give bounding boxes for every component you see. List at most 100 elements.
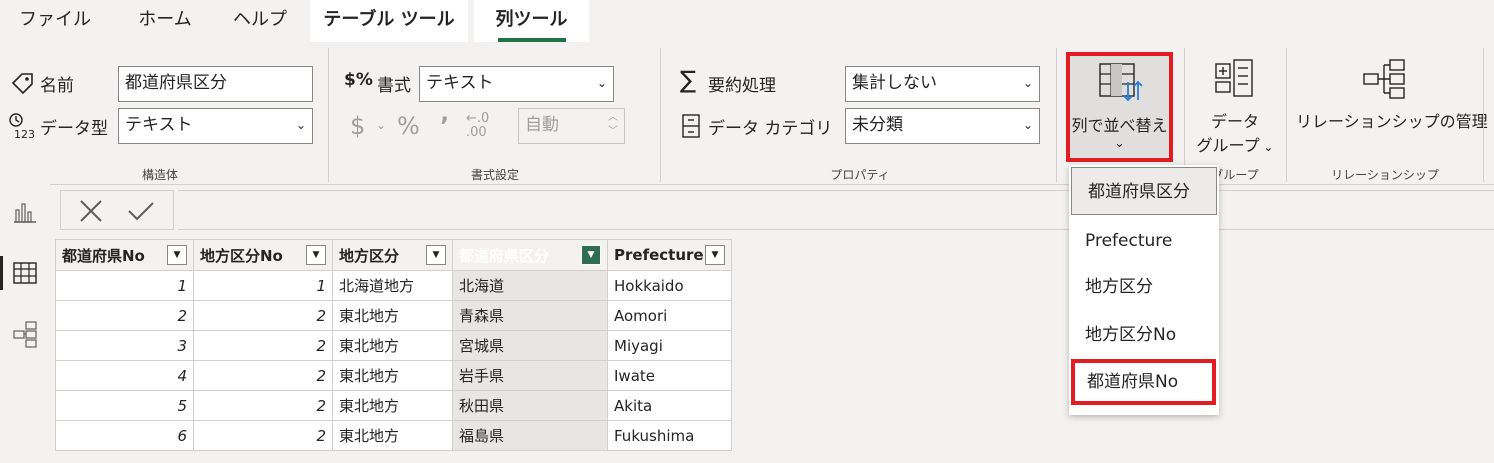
table-cell[interactable]: Hokkaido <box>607 270 732 301</box>
currency-icon[interactable]: $ <box>350 112 365 140</box>
table-row: 1 1 北海道地方 北海道 Hokkaido <box>55 270 732 301</box>
decimal-icon[interactable]: ←.0.00 <box>466 112 489 140</box>
ribbon-bottom-border <box>0 184 1494 185</box>
table-cell[interactable]: Aomori <box>607 300 732 331</box>
column-header[interactable]: 都道府県No ▼ <box>55 239 194 271</box>
format-icon: $% <box>344 70 373 90</box>
table-cell[interactable]: 岩手県 <box>452 360 608 391</box>
view-rail <box>0 184 50 463</box>
column-header[interactable]: 地方区分 ▼ <box>332 239 453 271</box>
table-cell[interactable]: 2 <box>193 360 333 391</box>
table-cell[interactable]: 1 <box>193 270 333 301</box>
sort-by-column-label: 列で並べ替え <box>1071 116 1168 135</box>
category-value: 未分類 <box>852 115 903 135</box>
column-header-selected[interactable]: 都道府県区分 ▼ <box>452 239 608 271</box>
tab-home[interactable]: ホーム <box>125 0 205 42</box>
table-cell[interactable]: Fukushima <box>607 420 732 451</box>
format-select[interactable]: テキスト ⌄ <box>419 66 614 102</box>
relationships-icon <box>1362 58 1408 100</box>
chevron-down-icon: ⌄ <box>376 118 387 132</box>
comma-icon[interactable]: ’ <box>440 112 449 140</box>
data-table: 都道府県No ▼ 地方区分No ▼ 地方区分 ▼ 都道府県区分 ▼ Prefecture… <box>55 239 732 451</box>
data-view-icon[interactable] <box>12 260 38 286</box>
group-divider <box>1483 48 1484 182</box>
group-divider <box>1056 48 1057 182</box>
tab-help[interactable]: ヘルプ <box>225 0 295 42</box>
svg-text:123: 123 <box>14 128 35 140</box>
table-cell[interactable]: 2 <box>55 300 194 331</box>
group-divider <box>1286 48 1287 182</box>
tab-column-tools[interactable]: 列ツール <box>474 0 589 42</box>
chevron-down-icon: ⌄ <box>1259 140 1274 154</box>
dropdown-item-selected[interactable]: 都道府県区分 <box>1071 167 1217 215</box>
chevron-down-icon[interactable]: ▼ <box>705 245 725 265</box>
manage-relationships-button[interactable]: リレーションシップの管理 <box>1296 52 1488 162</box>
table-cell[interactable]: 北海道 <box>452 270 608 301</box>
table-cell[interactable]: Iwate <box>607 360 732 391</box>
table-cell[interactable]: Akita <box>607 390 732 421</box>
chevron-down-icon[interactable]: ▼ <box>167 245 187 265</box>
datatype-icon: 123 <box>8 112 36 141</box>
table-cell[interactable]: 3 <box>55 330 194 361</box>
datatype-select[interactable]: テキスト ⌄ <box>118 108 313 144</box>
dropdown-item[interactable]: 地方区分No <box>1069 311 1217 359</box>
chevron-down-icon[interactable]: ▼ <box>426 245 446 265</box>
group-label-format: 書式設定 <box>470 168 519 182</box>
table-cell[interactable]: 6 <box>55 420 194 451</box>
table-cell[interactable]: 東北地方 <box>332 330 453 361</box>
close-icon[interactable] <box>79 199 103 223</box>
name-input[interactable]: 都道府県区分 <box>118 66 313 102</box>
table-cell[interactable]: 4 <box>55 360 194 391</box>
table-cell[interactable]: 東北地方 <box>332 420 453 451</box>
column-header-label: 都道府県No <box>62 246 145 265</box>
formula-input[interactable] <box>178 190 1494 230</box>
sort-by-column-button[interactable]: 列で並べ替え ⌄ <box>1066 52 1173 162</box>
sort-by-column-dropdown: 都道府県区分 Prefecture 地方区分 地方区分No 都道府県No <box>1069 165 1219 415</box>
table-cell[interactable]: 宮城県 <box>452 330 608 361</box>
group-divider <box>328 48 329 182</box>
table-cell[interactable]: 2 <box>193 330 333 361</box>
column-header[interactable]: Prefecture ▼ <box>607 239 732 271</box>
decimal-places-input[interactable]: 自動 ︿ ﹀ <box>518 108 625 144</box>
summarize-value: 集計しない <box>852 73 937 93</box>
formula-actions <box>60 190 174 230</box>
table-cell[interactable]: 2 <box>193 300 333 331</box>
chevron-down-icon: ⌄ <box>1022 76 1033 90</box>
table-cell[interactable]: 1 <box>55 270 194 301</box>
table-cell[interactable]: 青森県 <box>452 300 608 331</box>
table-cell[interactable]: 福島県 <box>452 420 608 451</box>
auto-value: 自動 <box>525 115 559 135</box>
data-groups-label-1: データ <box>1210 112 1259 131</box>
group-divider <box>660 48 661 182</box>
percent-icon[interactable]: % <box>397 112 420 140</box>
data-groups-label-2: グループ ⌄ <box>1196 136 1274 155</box>
data-groups-icon <box>1214 58 1256 100</box>
category-select[interactable]: 未分類 ⌄ <box>845 108 1040 144</box>
manage-relationships-label: リレーションシップの管理 <box>1296 112 1488 131</box>
table-cell[interactable]: 東北地方 <box>332 300 453 331</box>
table-cell[interactable]: 秋田県 <box>452 390 608 421</box>
table-cell[interactable]: 北海道地方 <box>332 270 453 301</box>
data-groups-button[interactable]: データ グループ ⌄ <box>1190 52 1280 162</box>
column-header-label: Prefecture <box>614 246 704 264</box>
dropdown-item[interactable]: Prefecture <box>1069 217 1217 265</box>
dropdown-item[interactable]: 地方区分 <box>1069 263 1217 311</box>
tab-file[interactable]: ファイル <box>10 0 100 42</box>
column-header[interactable]: 地方区分No ▼ <box>193 239 333 271</box>
table-cell[interactable]: Miyagi <box>607 330 732 361</box>
table-cell[interactable]: 東北地方 <box>332 390 453 421</box>
check-icon[interactable] <box>127 199 155 223</box>
model-view-icon[interactable] <box>12 320 38 348</box>
chevron-down-icon: ⌄ <box>1022 118 1033 132</box>
table-cell[interactable]: 5 <box>55 390 194 421</box>
table-header-row: 都道府県No ▼ 地方区分No ▼ 地方区分 ▼ 都道府県区分 ▼ Prefecture… <box>55 239 732 271</box>
chevron-down-icon[interactable]: ▼ <box>306 245 326 265</box>
chevron-down-icon[interactable]: ▼ <box>581 245 601 265</box>
report-view-icon[interactable] <box>12 200 38 226</box>
table-cell[interactable]: 2 <box>193 420 333 451</box>
table-cell[interactable]: 2 <box>193 390 333 421</box>
summarize-select[interactable]: 集計しない ⌄ <box>845 66 1040 102</box>
table-cell[interactable]: 東北地方 <box>332 360 453 391</box>
dropdown-item-highlighted[interactable]: 都道府県No <box>1071 359 1216 405</box>
tab-table-tools[interactable]: テーブル ツール <box>310 0 468 42</box>
